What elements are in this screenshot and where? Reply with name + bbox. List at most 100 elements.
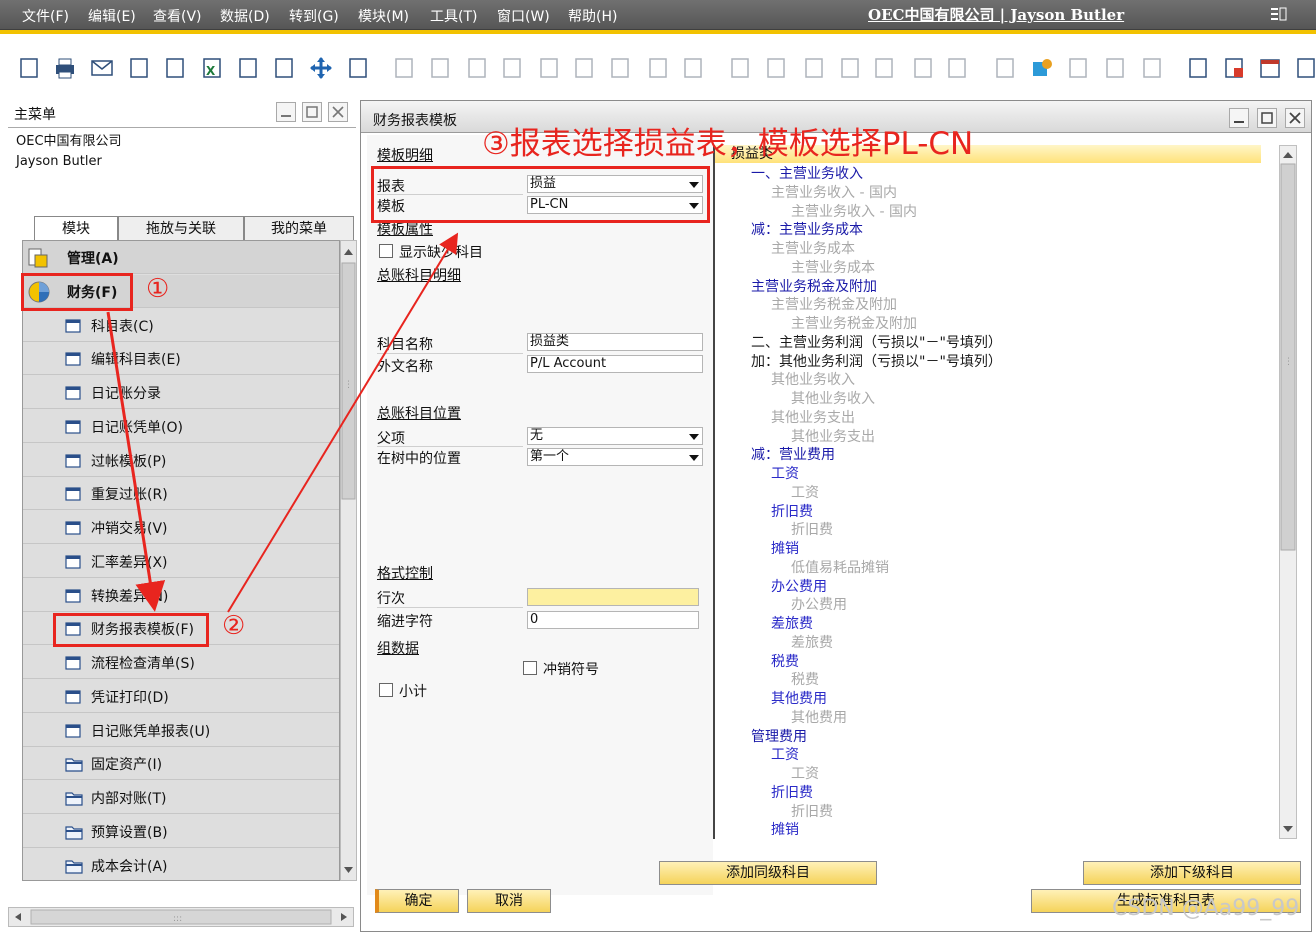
last-record-icon[interactable] [572,56,596,80]
tree-node[interactable]: 税费 [771,653,799,671]
refresh-icon[interactable] [608,56,632,80]
parent-select[interactable]: 无 [527,427,703,445]
tree-node[interactable]: 摊销 [771,821,799,839]
dialog-maximize-icon[interactable] [1257,108,1277,128]
tree-node[interactable]: 折旧费 [791,521,833,539]
tree-node[interactable]: 主营业务税金及附加 [791,315,917,333]
first-record-icon[interactable] [465,56,489,80]
tree-node[interactable]: 差旅费 [771,615,813,633]
tree-node[interactable]: 工资 [791,765,819,783]
menu-item-10[interactable]: 汇率差异(X) [23,545,339,578]
tree-node[interactable]: 主营业务收入 - 国内 [791,203,917,221]
tree-node[interactable]: 办公费用 [771,578,827,596]
pen-icon[interactable] [993,56,1017,80]
tree-node[interactable]: 办公费用 [791,596,847,614]
menu-window[interactable]: 窗口(W) [497,6,550,26]
menu-item-8[interactable]: 重复过账(R) [23,477,339,511]
network-icon[interactable] [1294,56,1316,80]
tree-node[interactable]: 一、主营业务收入 [751,165,863,183]
tree-node[interactable]: 主营业务成本 [791,259,875,277]
indent-field[interactable]: 0 [527,611,699,629]
menu-modules[interactable]: 模块(M) [358,6,409,26]
tree-node[interactable]: 低值易耗品摊销 [791,559,889,577]
subtotal-checkbox[interactable] [379,683,393,697]
menu-data[interactable]: 数据(D) [220,6,270,26]
tree-node[interactable]: 主营业务税金及附加 [771,296,897,314]
tree-node[interactable]: 折旧费 [791,803,833,821]
tree-scrollbar[interactable]: ⋮⋮ [1279,145,1302,839]
maximize-icon[interactable] [302,102,322,122]
tree-node[interactable]: 二、主营业务利润（亏损以"－"号填列） [751,334,1002,352]
menu-item-5[interactable]: 日记账分录 [23,376,339,409]
gross-profit-icon[interactable] [838,56,862,80]
menu-item-17[interactable]: 内部对账(T) [23,781,339,814]
menu-item-9[interactable]: 冲销交易(V) [23,511,339,544]
print-icon[interactable] [53,56,77,80]
module-list-scrollbar[interactable]: ⋮⋮ [340,240,362,881]
menu-item-6[interactable]: 日记账凭单(O) [23,410,339,443]
filter-icon[interactable] [646,56,670,80]
fax-icon[interactable] [127,56,151,80]
tree-node[interactable]: 其他业务支出 [771,409,855,427]
add-same-level-button[interactable]: 添加同级科目 [659,861,877,885]
menu-view[interactable]: 查看(V) [153,6,202,26]
menu-item-4[interactable]: 编辑科目表(E) [23,342,339,376]
print-preview-icon[interactable] [17,56,41,80]
dialog-close-icon[interactable] [1285,108,1305,128]
tree-node[interactable]: 折旧费 [771,784,813,802]
menu-item-16[interactable]: 固定资产(I) [23,747,339,781]
tree-node[interactable]: 主营业务成本 [771,240,855,258]
layout-icon[interactable] [802,56,826,80]
tree-node[interactable]: 折旧费 [771,503,813,521]
tree-node[interactable]: 加：其他业务利润（亏损以"－"号填列） [751,353,1002,371]
menu-options-icon[interactable] [1270,6,1288,22]
main-menu-hscrollbar[interactable]: ::: [8,907,354,927]
minimize-icon[interactable] [276,102,296,122]
menu-item-19[interactable]: 成本会计(A) [23,849,339,881]
prev-record-icon[interactable] [500,56,524,80]
email-icon[interactable] [90,56,114,80]
next-record-icon[interactable] [537,56,561,80]
binoculars-icon[interactable] [392,56,416,80]
close-icon[interactable] [328,102,348,122]
add-sub-level-button[interactable]: 添加下级科目 [1083,861,1301,885]
settings-icon[interactable] [872,56,896,80]
tree-node[interactable]: 工资 [771,746,799,764]
menu-item-15[interactable]: 日记账凭单报表(U) [23,714,339,747]
menu-item-11[interactable]: 转换差异(N) [23,579,339,612]
menu-goto[interactable]: 转到(G) [289,6,339,26]
menu-edit[interactable]: 编辑(E) [88,6,136,26]
word-icon[interactable] [236,56,260,80]
tab-my-menu[interactable]: 我的菜单 [244,216,354,240]
tree-node[interactable]: 税费 [791,671,819,689]
tree-node[interactable]: 主营业务收入 - 国内 [771,184,897,202]
calendar-icon[interactable] [1258,56,1282,80]
menu-file[interactable]: 文件(F) [22,6,69,26]
tree-node[interactable]: 其他业务收入 [771,371,855,389]
base-doc-icon[interactable] [728,56,752,80]
cancel-button[interactable]: 取消 [467,889,551,913]
checklist-icon[interactable] [1186,56,1210,80]
menu-item-7[interactable]: 过帐模板(P) [23,444,339,477]
tree-node[interactable]: 其他业务收入 [791,390,875,408]
navigate-icon[interactable] [309,56,333,80]
excel-icon[interactable]: X [200,56,224,80]
tab-modules[interactable]: 模块 [34,216,118,241]
tree-node[interactable]: 减：主营业务成本 [751,221,863,239]
reverse-sign-checkbox[interactable] [523,661,537,675]
alert-icon[interactable] [1140,56,1164,80]
company-user-label[interactable]: OEC中国有限公司 | Jayson Butler [868,4,1124,25]
tree-node[interactable]: 主营业务税金及附加 [751,278,877,296]
form-settings-icon[interactable] [1066,56,1090,80]
account-name-field[interactable]: 损益类 [527,333,703,351]
tree-node[interactable]: 差旅费 [791,634,833,652]
menu-tools[interactable]: 工具(T) [430,6,477,26]
calc-icon[interactable] [911,56,935,80]
show-missing-checkbox[interactable] [379,244,393,258]
tree-node[interactable]: 工资 [771,465,799,483]
tree-node[interactable]: 摊销 [771,540,799,558]
ok-button[interactable]: 确定 [375,889,459,913]
pdf-icon[interactable] [272,56,296,80]
tab-drag-relate[interactable]: 拖放与关联 [118,216,244,240]
menu-item-14[interactable]: 凭证打印(D) [23,680,339,713]
